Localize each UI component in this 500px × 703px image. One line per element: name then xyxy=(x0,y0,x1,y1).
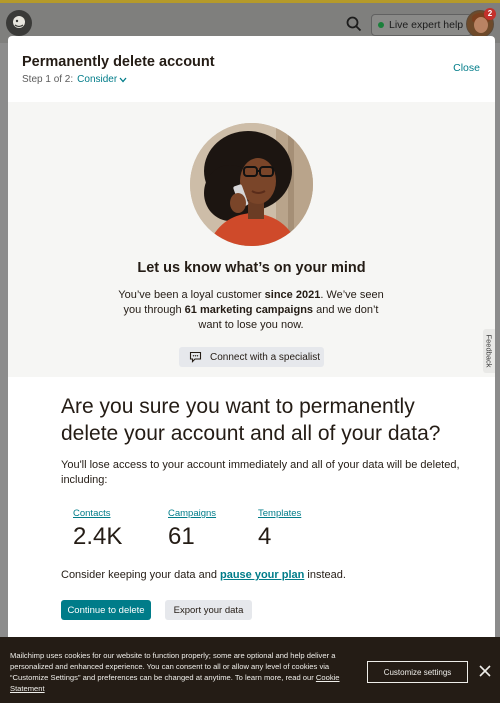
stat-templates-link[interactable]: Templates xyxy=(258,508,301,519)
loyalty-message: You’ve been a loyal customer since 2021.… xyxy=(118,289,384,331)
pause-plan-link[interactable]: pause your plan xyxy=(220,569,304,581)
live-expert-help-button[interactable]: Live expert help xyxy=(371,14,473,36)
customize-settings-button[interactable]: Customize settings xyxy=(367,661,468,683)
continue-to-delete-button[interactable]: Continue to delete xyxy=(61,600,151,620)
mailchimp-logo-icon[interactable] xyxy=(6,10,32,36)
step-indicator: Step 1 of 2: Consider xyxy=(22,74,127,85)
panel-heading: Let us know what’s on your mind xyxy=(137,260,366,276)
data-loss-warning: You'll lose access to your account immed… xyxy=(61,459,460,486)
delete-account-modal: Permanently delete account Step 1 of 2: … xyxy=(8,36,495,646)
search-icon[interactable] xyxy=(345,15,363,33)
stat-contacts-value: 2.4K xyxy=(73,523,123,550)
feedback-tab[interactable]: Feedback xyxy=(483,329,495,373)
stat-contacts-link[interactable]: Contacts xyxy=(73,508,122,519)
close-icon[interactable] xyxy=(478,664,492,678)
retention-panel: Let us know what’s on your mind You’ve b… xyxy=(8,102,495,377)
stat-campaigns: Campaigns 61 xyxy=(168,508,216,551)
close-button[interactable]: Close xyxy=(453,62,480,74)
specialist-photo xyxy=(190,123,313,246)
cookie-message: Mailchimp uses cookies for our website t… xyxy=(10,651,340,693)
connect-specialist-button[interactable]: Connect with a specialist xyxy=(179,347,324,367)
stat-campaigns-link[interactable]: Campaigns xyxy=(168,508,216,519)
status-dot-icon xyxy=(378,22,384,28)
export-data-button[interactable]: Export your data xyxy=(165,600,252,620)
step-dropdown-label: Consider xyxy=(77,74,118,85)
live-expert-help-label: Live expert help xyxy=(389,19,464,31)
stat-templates-value: 4 xyxy=(258,523,272,550)
pause-plan-suggestion: Consider keeping your data and pause you… xyxy=(61,569,346,581)
connect-specialist-label: Connect with a specialist xyxy=(210,351,321,363)
chevron-down-icon xyxy=(119,77,127,82)
confirm-question: Are you sure you want to permanently del… xyxy=(61,395,441,445)
stat-templates: Templates 4 xyxy=(258,508,301,551)
stat-campaigns-value: 61 xyxy=(168,523,195,550)
stat-contacts: Contacts 2.4K xyxy=(73,508,122,551)
step-prefix: Step 1 of 2: xyxy=(22,74,74,85)
notification-badge: 2 xyxy=(484,8,496,20)
feedback-label: Feedback xyxy=(484,334,494,368)
step-dropdown[interactable]: Consider xyxy=(77,74,127,85)
chat-icon xyxy=(189,351,202,363)
modal-title: Permanently delete account xyxy=(22,54,215,70)
cookie-banner: Mailchimp uses cookies for our website t… xyxy=(0,637,500,703)
